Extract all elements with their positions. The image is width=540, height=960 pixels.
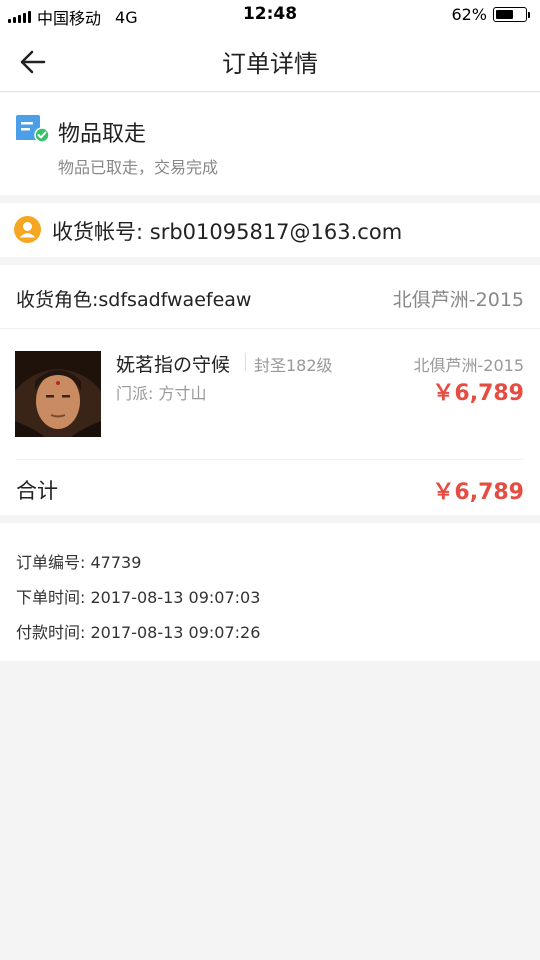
page-title: 订单详情 (222, 50, 318, 78)
pay-time: 付款时间: 2017-08-13 09:07:26 (16, 623, 261, 642)
battery-percent: 62% (451, 5, 487, 24)
battery-fill (496, 10, 513, 19)
item-avatar (15, 351, 101, 437)
status-right: 62% (451, 5, 530, 24)
total-label: 合计 (16, 479, 58, 503)
item-price: ￥6,789 (432, 381, 524, 406)
order-info-card: 订单编号: 47739 下单时间: 2017-08-13 09:07:03 付款… (0, 523, 540, 661)
receiver-role: 收货角色:sdfsadfwaefeaw (16, 289, 252, 311)
role-row: 收货角色:sdfsadfwaefeaw 北俱芦洲-2015 (0, 265, 540, 329)
battery-cap (528, 11, 530, 18)
order-time: 下单时间: 2017-08-13 09:07:03 (16, 588, 261, 607)
item-school: 门派: 方寸山 (116, 384, 207, 403)
battery-icon (493, 7, 527, 22)
status-bar: 中国移动 4G 12:48 62% (0, 0, 540, 30)
order-card: 收货角色:sdfsadfwaefeaw 北俱芦洲-2015 妩茗指の守候 封圣1… (0, 265, 540, 515)
item-name: 妩茗指の守候 (116, 354, 231, 376)
user-circle-icon (14, 216, 41, 243)
order-number: 订单编号: 47739 (16, 553, 142, 572)
role-server: 北俱芦洲-2015 (392, 289, 524, 311)
item-level: 封圣182级 (254, 356, 333, 375)
item-divider (245, 353, 246, 371)
order-status-title: 物品取走 (58, 122, 147, 147)
receiver-account-card: 收货帐号: srb01095817@163.com (0, 203, 540, 257)
total-price: ￥6,789 (432, 480, 524, 505)
nav-bar: 订单详情 (0, 30, 540, 92)
order-status-subtitle: 物品已取走，交易完成 (58, 158, 219, 177)
receiver-account: 收货帐号: srb01095817@163.com (52, 220, 403, 244)
total-row: 合计 ￥6,789 (16, 459, 524, 515)
receipt-check-icon (14, 114, 50, 146)
item-server: 北俱芦洲-2015 (413, 356, 525, 375)
